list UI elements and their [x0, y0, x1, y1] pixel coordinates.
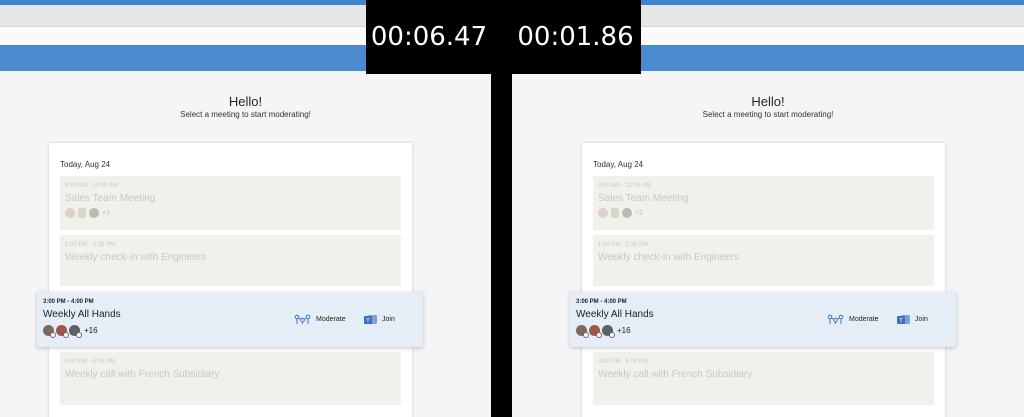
- avatar: [78, 208, 86, 218]
- active-meeting-item[interactable]: 3:00 PM - 4:00 PM Weekly All Hands +16 M…: [570, 292, 956, 347]
- meeting-title: Weekly call with French Subsidiary: [65, 369, 220, 380]
- greeting-subtitle: Select a meeting to start moderating!: [180, 110, 311, 119]
- avatar: [69, 325, 82, 338]
- greeting-heading: Hello!: [228, 94, 263, 109]
- avatar: [602, 325, 615, 338]
- meeting-time: 9:00 AM - 10:00 AM: [65, 183, 118, 189]
- meeting-time: 4:00 PM - 5:00 PM: [598, 359, 649, 365]
- join-button[interactable]: T Join: [897, 313, 928, 326]
- meeting-time: 1:00 PM - 2:30 PM: [598, 242, 649, 248]
- timer-right: 00:01.86: [510, 0, 641, 74]
- avatar: [611, 208, 619, 218]
- meeting-time: 9:00 AM - 10:00 AM: [598, 183, 651, 189]
- meeting-item[interactable]: 4:00 PM - 5:00 PM Weekly call with Frenc…: [593, 352, 934, 405]
- date-heading: Today, Aug 24: [593, 160, 644, 169]
- meeting-time: 3:00 PM - 4:00 PM: [43, 299, 94, 305]
- avatar: [576, 325, 589, 338]
- svg-text:T: T: [366, 319, 370, 325]
- meeting-time: 4:00 PM - 5:00 PM: [65, 359, 116, 365]
- meeting-title: Weekly All Hands: [576, 309, 654, 320]
- meeting-title: Weekly All Hands: [43, 309, 121, 320]
- greeting-subtitle: Select a meeting to start moderating!: [702, 110, 834, 119]
- meeting-item[interactable]: 1:00 PM - 2:30 PM Weekly check-in with E…: [593, 235, 934, 286]
- moderate-button[interactable]: Moderate: [294, 314, 346, 325]
- meeting-item[interactable]: 9:00 AM - 10:00 AM Sales Team Meeting +2: [593, 176, 934, 230]
- avatar: [598, 208, 608, 218]
- greeting-heading: Hello!: [751, 94, 785, 109]
- meeting-title: Sales Team Meeting: [65, 193, 156, 204]
- attendee-avatars: +2: [65, 208, 110, 218]
- join-label: Join: [382, 316, 395, 323]
- meeting-item[interactable]: 9:00 AM - 10:00 AM Sales Team Meeting +2: [60, 176, 401, 230]
- attendee-avatars: +16: [576, 325, 631, 338]
- meeting-item[interactable]: 4:00 PM - 5:00 PM Weekly call with Frenc…: [60, 352, 401, 405]
- meeting-time: 1:00 PM - 2:30 PM: [65, 242, 116, 248]
- moderate-icon: [827, 314, 844, 324]
- teams-icon: T: [364, 315, 377, 325]
- meetings-card: Today, Aug 24 9:00 AM - 10:00 AM Sales T…: [582, 143, 945, 417]
- moderate-label: Moderate: [316, 316, 346, 323]
- date-heading: Today, Aug 24: [60, 160, 111, 169]
- avatar: [89, 208, 99, 218]
- meetings-card: Today, Aug 24 9:00 AM - 10:00 AM Sales T…: [49, 143, 412, 417]
- avatar: [622, 208, 632, 218]
- moderate-icon: [294, 314, 311, 324]
- active-meeting-item[interactable]: 3:00 PM - 4:00 PM Weekly All Hands +16 M…: [37, 292, 423, 347]
- timer-left: 00:06.47: [366, 0, 492, 74]
- meeting-title: Weekly check-in with Engineers: [65, 252, 206, 263]
- more-attendees-count: +16: [617, 326, 631, 335]
- avatar: [65, 208, 75, 218]
- avatar: [43, 325, 56, 338]
- avatar: [589, 325, 602, 338]
- moderate-label: Moderate: [849, 316, 879, 323]
- teams-icon: T: [897, 315, 910, 325]
- meeting-title: Weekly call with French Subsidiary: [598, 369, 753, 380]
- meeting-item[interactable]: 1:00 PM - 2:30 PM Weekly check-in with E…: [60, 235, 401, 286]
- more-attendees-count: +16: [84, 326, 98, 335]
- more-attendees-count: +2: [102, 209, 110, 217]
- meeting-title: Weekly check-in with Engineers: [598, 252, 739, 263]
- moderate-button[interactable]: Moderate: [827, 314, 879, 325]
- svg-text:T: T: [899, 319, 903, 325]
- meeting-title: Sales Team Meeting: [598, 193, 689, 204]
- join-label: Join: [915, 316, 928, 323]
- attendee-avatars: +2: [598, 208, 643, 218]
- attendee-avatars: +16: [43, 325, 98, 338]
- avatar: [56, 325, 69, 338]
- more-attendees-count: +2: [635, 209, 643, 217]
- meeting-time: 3:00 PM - 4:00 PM: [576, 299, 627, 305]
- join-button[interactable]: T Join: [364, 313, 395, 326]
